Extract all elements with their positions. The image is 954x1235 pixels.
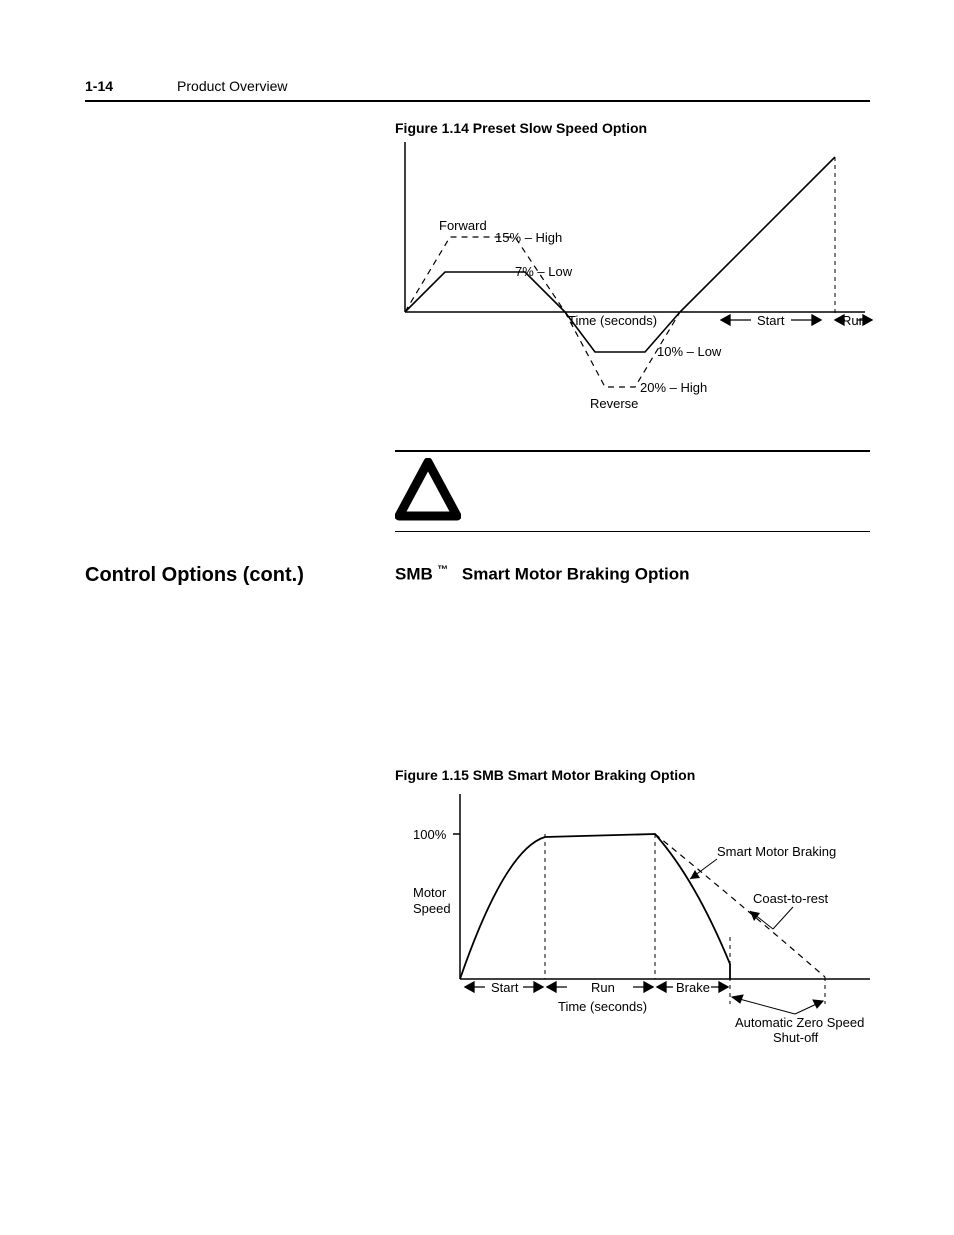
label-coast: Coast-to-rest [753,891,829,906]
figure-caption-1-14: Figure 1.14 Preset Slow Speed Option [395,120,870,136]
divider [395,450,870,452]
label-low-rev: 10% – Low [657,344,722,359]
label-auto-1: Automatic Zero Speed [735,1015,864,1030]
section-title: Control Options (cont.) [85,564,395,587]
label-start-1: Start [757,313,785,328]
section-heading-row: Control Options (cont.) SMB ™ Smart Moto… [85,564,870,587]
subhead-prefix: SMB [395,564,433,583]
label-run-2: Run [591,980,615,995]
label-run-1: Run [842,313,866,328]
figure-caption-1-15: Figure 1.15 SMB Smart Motor Braking Opti… [395,767,870,783]
subhead-rest: Smart Motor Braking Option [462,564,690,583]
label-reverse: Reverse [590,396,638,411]
figure-1-14: Forward 15% – High 7% – Low Time (second… [395,142,870,432]
label-forward: Forward [439,218,487,233]
label-100pct: 100% [413,827,447,842]
label-smb: Smart Motor Braking [717,844,836,859]
label-motor: Motor [413,885,447,900]
label-auto-2: Shut-off [773,1030,819,1045]
label-speed: Speed [413,901,451,916]
running-head: 1-14 Product Overview [85,78,870,102]
attention-block [395,458,870,530]
page-number: 1-14 [85,78,113,94]
page-content: 1-14 Product Overview Figure 1.14 Preset… [85,78,870,1059]
label-brake: Brake [676,980,710,995]
trademark-icon: ™ [437,564,448,576]
label-start-2: Start [491,980,519,995]
section-name: Product Overview [177,78,287,94]
figure-1-15: 100% Motor Speed Smart Motor Braking Coa… [395,789,870,1059]
label-low-fwd: 7% – Low [515,264,573,279]
label-high-rev: 20% – High [640,380,707,395]
label-time-2: Time (seconds) [558,999,647,1014]
attention-triangle-icon [395,458,461,524]
label-high-fwd: 15% – High [495,230,562,245]
label-time-1: Time (seconds) [568,313,657,328]
subsection-title: SMB ™ Smart Motor Braking Option [395,564,690,587]
